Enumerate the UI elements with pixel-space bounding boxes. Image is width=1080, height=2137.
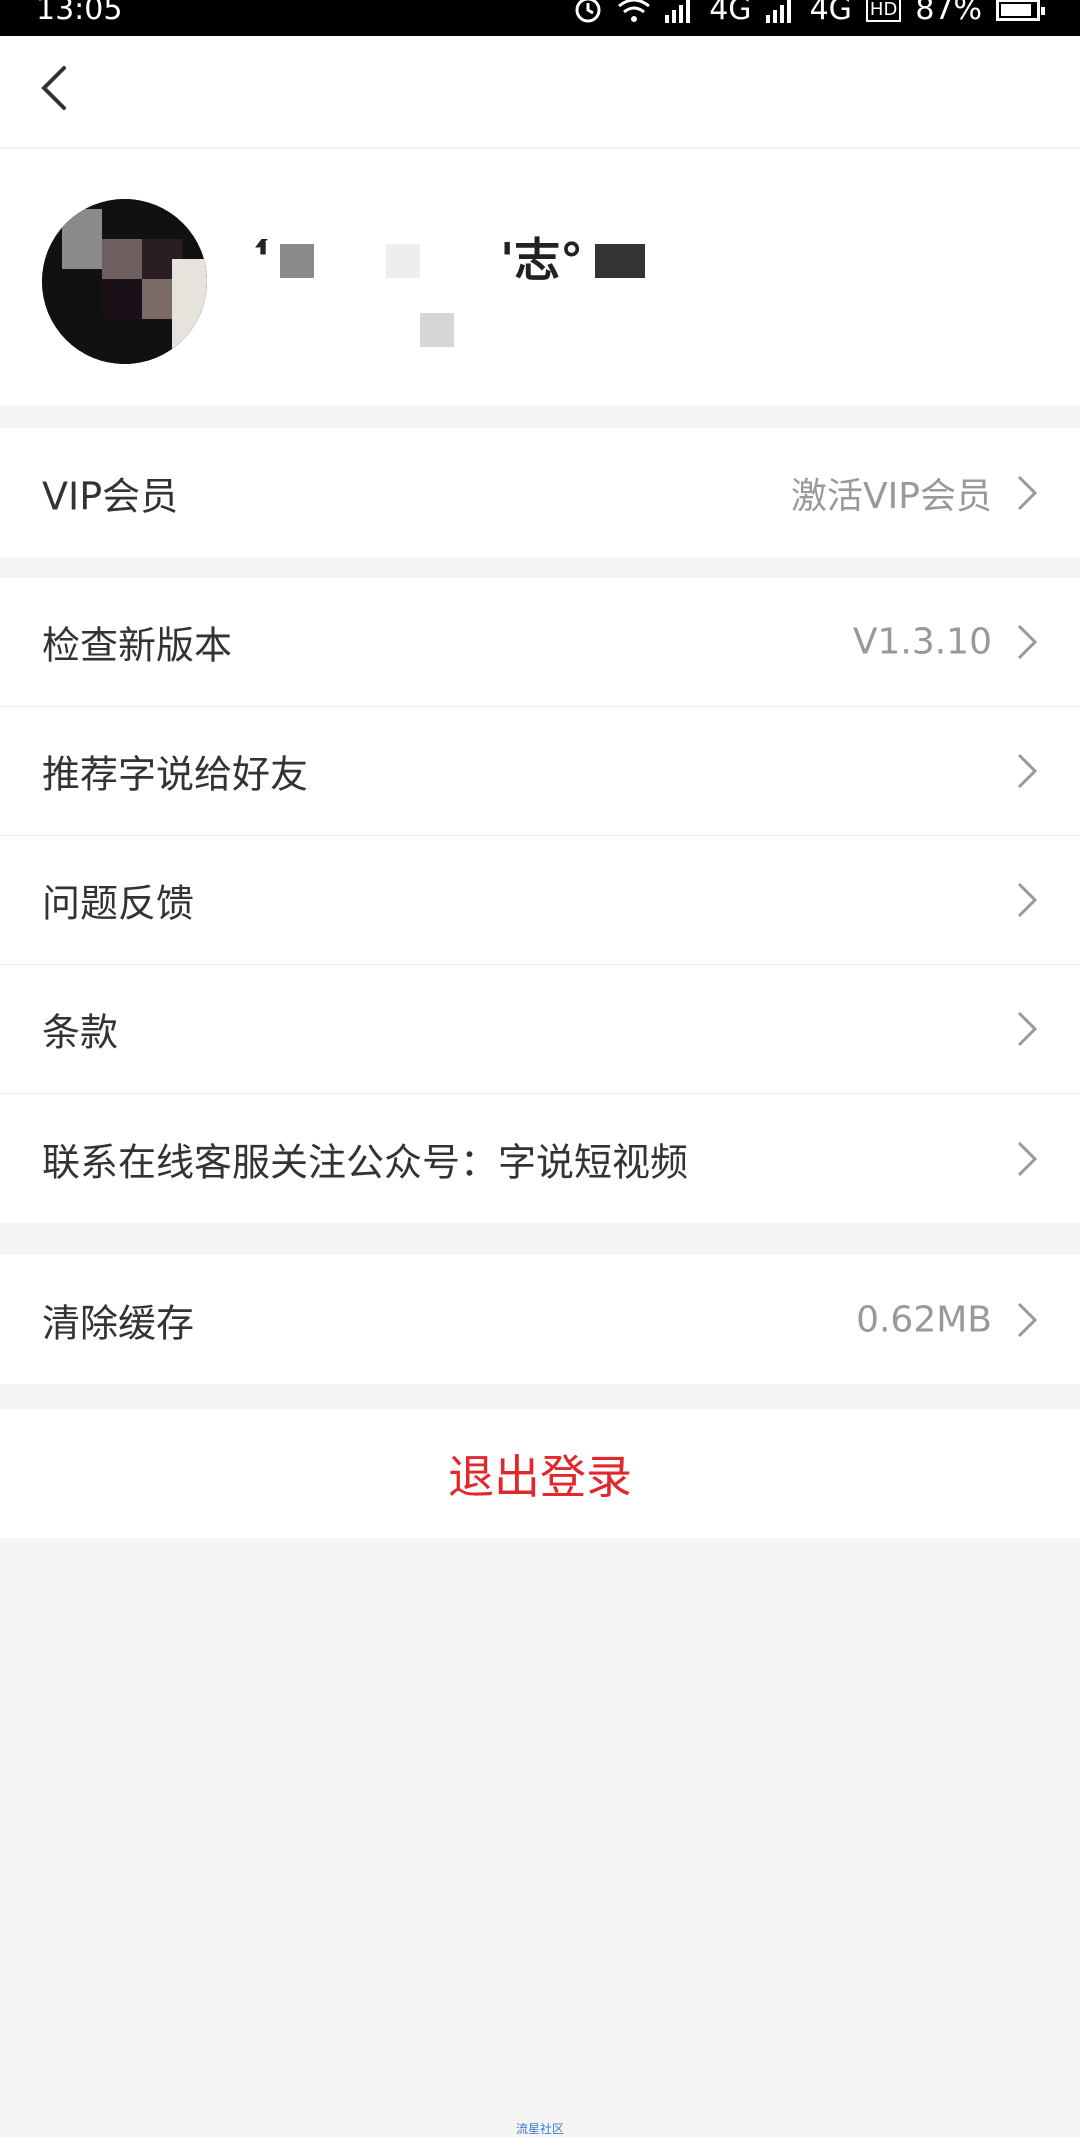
- logout-label: 退出登录: [448, 1449, 632, 1504]
- cache-section: 清除缓存 0.62MB: [0, 1255, 1080, 1384]
- logout-button[interactable]: 退出登录: [0, 1409, 1080, 1538]
- nav-bar: [0, 36, 1080, 148]
- feedback-row[interactable]: 问题反馈: [0, 836, 1080, 965]
- chevron-right-icon: [1017, 1011, 1038, 1047]
- settings-section: 检查新版本 V1.3.10 推荐字说给好友 问题反馈 条款 联系在线客服关注公众…: [0, 578, 1080, 1223]
- signal-icon: [665, 0, 691, 23]
- hd-badge: HD: [865, 0, 902, 22]
- row-label: 推荐字说给好友: [42, 752, 309, 797]
- censored-name-block: [420, 313, 454, 347]
- chevron-right-icon: [1017, 753, 1038, 789]
- clear-cache-row[interactable]: 清除缓存 0.62MB: [0, 1255, 1080, 1384]
- row-label: 清除缓存: [42, 1301, 195, 1345]
- chevron-right-icon: [1017, 475, 1038, 510]
- chevron-right-icon: [1017, 1141, 1038, 1176]
- recommend-friends-row[interactable]: 推荐字说给好友: [0, 707, 1080, 836]
- row-label: 检查新版本: [42, 623, 233, 668]
- wifi-icon: [618, 0, 651, 22]
- vip-label: VIP会员: [42, 474, 179, 518]
- row-label: 问题反馈: [42, 881, 195, 926]
- network-type-2: 4G: [809, 0, 852, 27]
- check-version-row[interactable]: 检查新版本 V1.3.10: [0, 578, 1080, 707]
- row-label: 联系在线客服关注公众号：字说短视频: [42, 1140, 689, 1184]
- vip-row[interactable]: VIP会员 激活VIP会员: [0, 428, 1080, 557]
- vip-section: VIP会员 激活VIP会员: [0, 428, 1080, 557]
- profile-header[interactable]: '́ '志°: [0, 149, 1080, 405]
- watermark-text: 流星社区: [515, 2122, 564, 2136]
- username: '́ '志°: [256, 233, 584, 287]
- alarm-icon: [575, 0, 601, 22]
- terms-row[interactable]: 条款: [0, 965, 1080, 1094]
- avatar[interactable]: [42, 199, 207, 364]
- battery-icon: [996, 0, 1045, 21]
- battery-percent: 87%: [915, 0, 982, 27]
- back-arrow-icon[interactable]: [30, 58, 90, 118]
- chevron-right-icon: [1017, 1302, 1038, 1337]
- chevron-right-icon: [1017, 624, 1038, 660]
- vip-value: 激活VIP会员: [791, 475, 992, 517]
- version-value: V1.3.10: [852, 621, 992, 663]
- status-time: 13:05: [36, 0, 123, 27]
- censored-name-block: [595, 244, 645, 278]
- network-type-1: 4G: [709, 0, 752, 27]
- row-label: 条款: [42, 1010, 119, 1055]
- signal-icon: [765, 0, 791, 23]
- status-icons: 4G 4G HD 87%: [573, 0, 1045, 27]
- status-bar: 13:05 4G 4G HD 87%: [0, 0, 1080, 36]
- cache-size-value: 0.62MB: [856, 1299, 992, 1340]
- chevron-right-icon: [1017, 882, 1038, 918]
- contact-service-row[interactable]: 联系在线客服关注公众号：字说短视频: [0, 1094, 1080, 1223]
